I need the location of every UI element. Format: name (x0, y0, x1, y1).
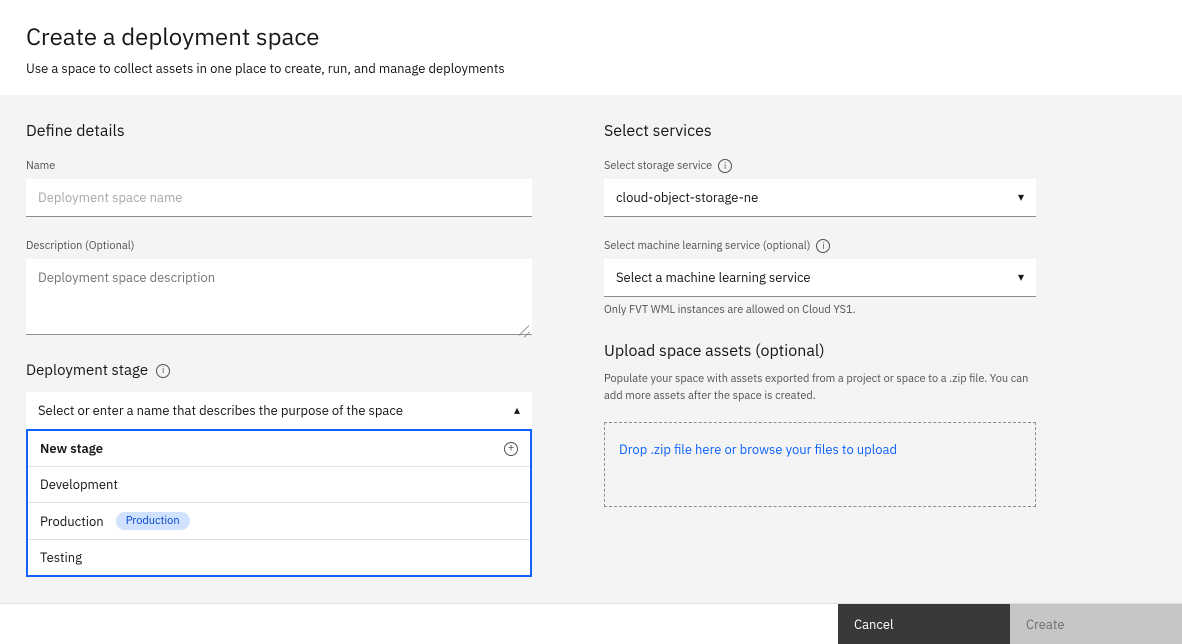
dropdown-item-label: Production (40, 513, 104, 530)
dropdown-item-development[interactable]: Development (28, 467, 530, 503)
name-input[interactable] (26, 179, 532, 217)
page-subtitle: Use a space to collect assets in one pla… (26, 60, 1156, 77)
deployment-stage-select[interactable]: Select or enter a name that describes th… (26, 392, 532, 430)
chevron-up-icon: ▴ (514, 403, 520, 418)
description-field-group: Description (Optional) (26, 239, 532, 339)
storage-service-select[interactable]: cloud-object-storage-ne ▾ (604, 179, 1036, 217)
description-input[interactable] (26, 259, 532, 335)
dropdown-item-label: Testing (40, 549, 82, 566)
define-details-column: Define details Name Description (Optiona… (26, 121, 532, 577)
upload-dropzone[interactable]: Drop .zip file here or browse your files… (604, 422, 1036, 507)
select-services-column: Select services Select storage service i… (604, 121, 1036, 577)
deployment-stage-heading: Deployment stage i (26, 361, 532, 380)
define-details-heading: Define details (26, 121, 532, 141)
ml-service-select[interactable]: Select a machine learning service ▾ (604, 259, 1036, 297)
content-area: Define details Name Description (Optiona… (0, 95, 1182, 603)
cancel-button[interactable]: Cancel (838, 604, 1010, 644)
description-label: Description (Optional) (26, 239, 532, 253)
footer-bar: Cancel Create (0, 603, 1182, 644)
upload-assets-heading: Upload space assets (optional) (604, 341, 1036, 361)
chevron-down-icon: ▾ (1018, 270, 1024, 285)
dropdown-item-new-stage[interactable]: New stage + (28, 431, 530, 467)
create-button[interactable]: Create (1010, 604, 1182, 644)
info-icon[interactable]: i (816, 239, 830, 253)
page-title: Create a deployment space (26, 20, 1156, 52)
dropdown-item-label: Development (40, 476, 118, 493)
deployment-stage-dropdown: New stage + Development Production Produ… (26, 429, 532, 577)
dropdown-item-testing[interactable]: Testing (28, 540, 530, 575)
ml-service-label: Select machine learning service (optiona… (604, 239, 1036, 253)
upload-assets-description: Populate your space with assets exported… (604, 371, 1036, 404)
deployment-stage-label: Deployment stage (26, 361, 148, 380)
ml-service-placeholder: Select a machine learning service (616, 269, 811, 286)
name-field-group: Name (26, 159, 532, 217)
deployment-stage-select-value: Select or enter a name that describes th… (38, 402, 403, 419)
dropdown-item-production[interactable]: Production Production (28, 503, 530, 540)
ml-service-group: Select machine learning service (optiona… (604, 239, 1036, 317)
info-icon[interactable]: i (156, 364, 170, 378)
chevron-down-icon: ▾ (1018, 190, 1024, 205)
storage-service-group: Select storage service i cloud-object-st… (604, 159, 1036, 217)
storage-service-label: Select storage service i (604, 159, 1036, 173)
name-label: Name (26, 159, 532, 173)
select-services-heading: Select services (604, 121, 1036, 141)
upload-dropzone-link[interactable]: Drop .zip file here or browse your files… (619, 441, 897, 458)
info-icon[interactable]: i (718, 159, 732, 173)
plus-circle-icon: + (504, 442, 518, 456)
production-badge: Production (116, 512, 190, 530)
ml-service-helper: Only FVT WML instances are allowed on Cl… (604, 303, 1036, 317)
storage-service-value: cloud-object-storage-ne (616, 189, 758, 206)
dropdown-item-label: New stage (40, 440, 103, 457)
page-header: Create a deployment space Use a space to… (0, 0, 1182, 95)
